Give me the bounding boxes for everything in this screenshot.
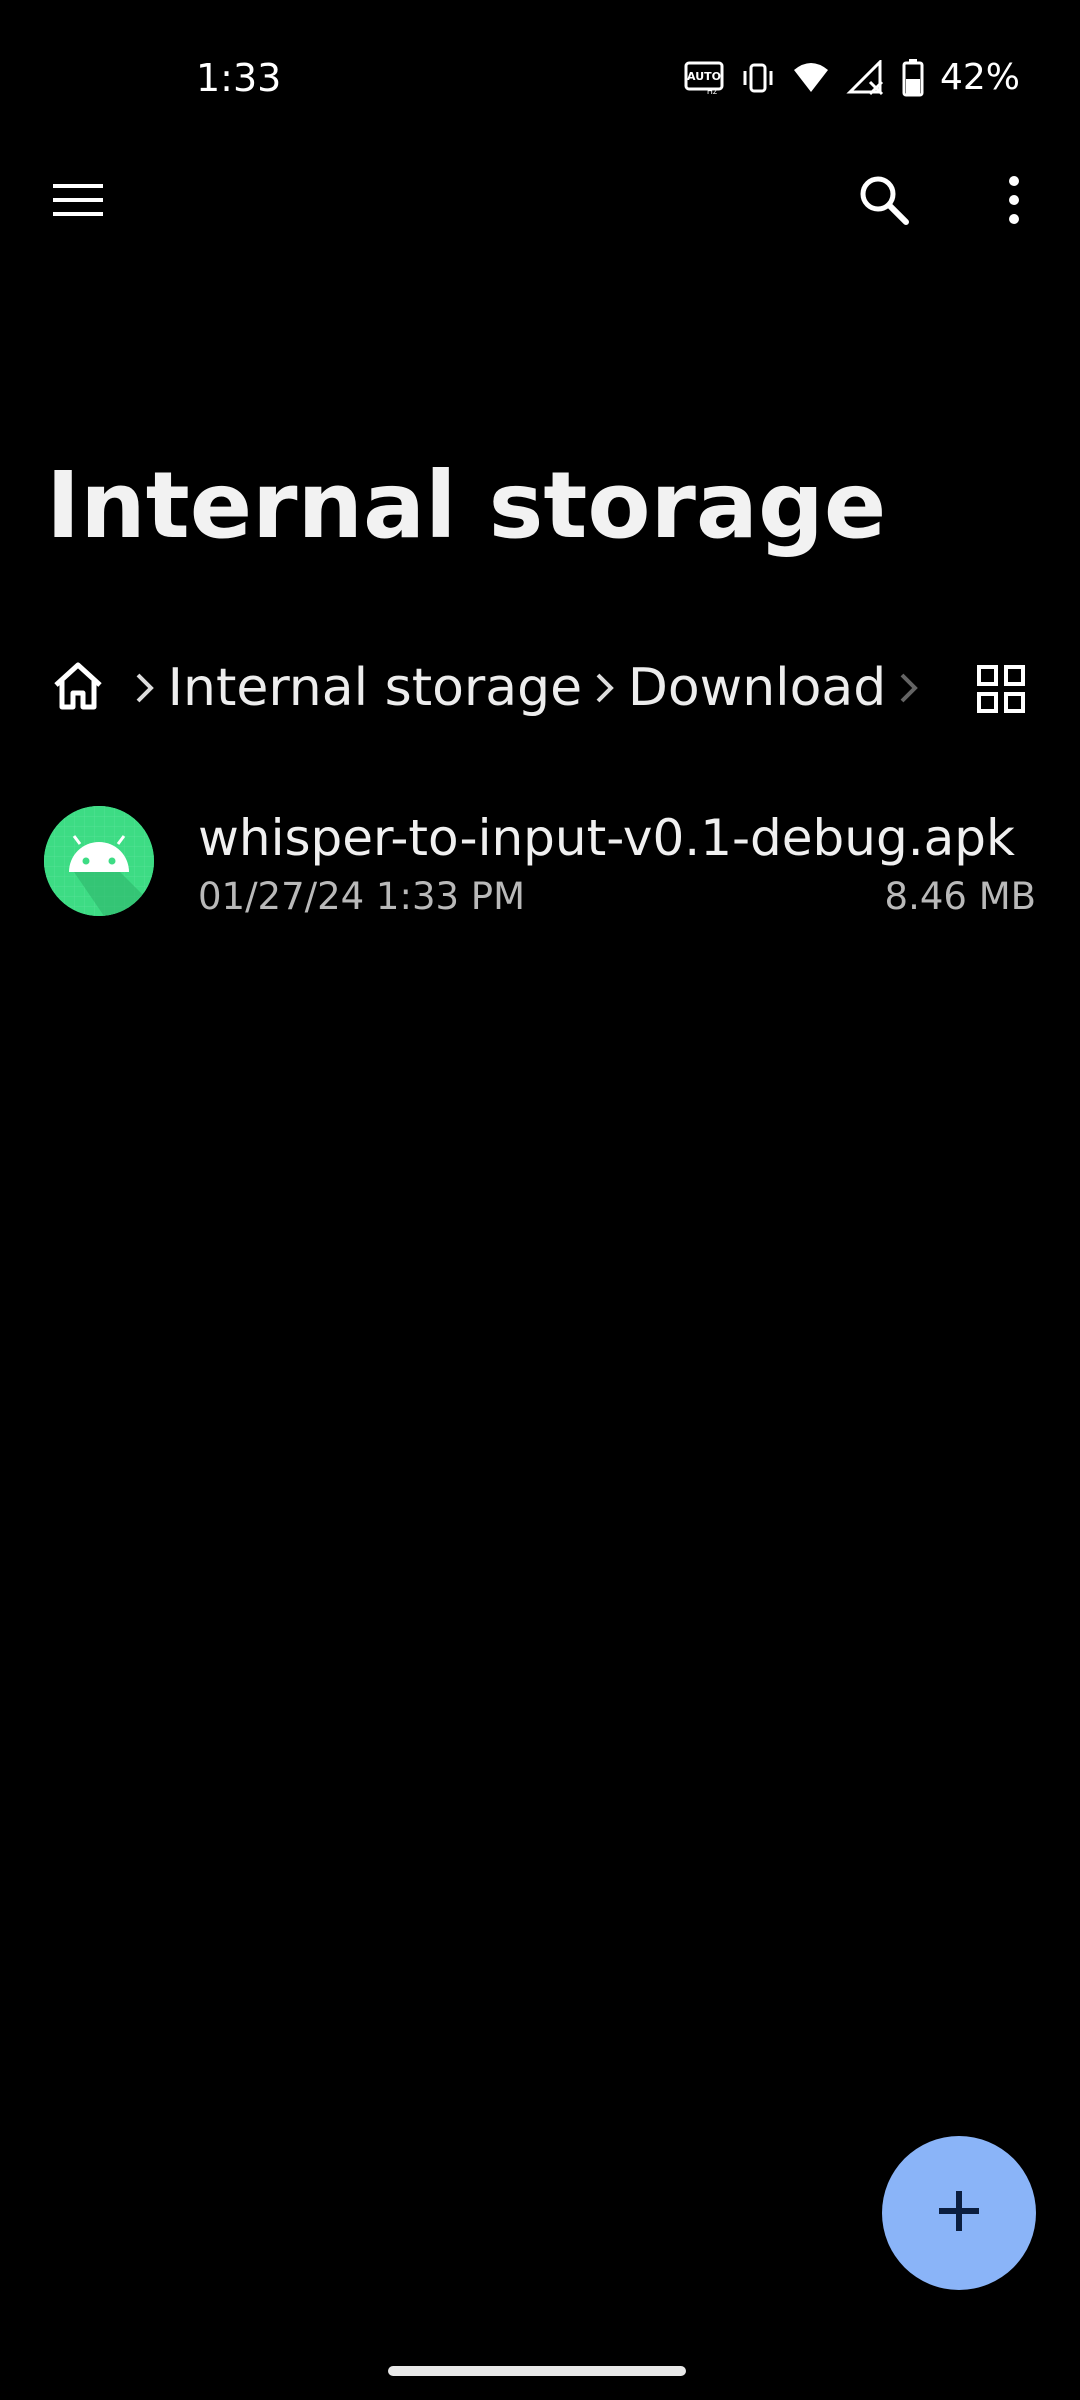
grid-view-icon <box>976 664 1026 718</box>
breadcrumb-item-internal-storage[interactable]: Internal storage <box>168 648 582 728</box>
search-button[interactable] <box>846 164 922 240</box>
add-fab-button[interactable] <box>882 2136 1036 2290</box>
chevron-right-icon <box>592 658 618 718</box>
no-signal-icon <box>846 60 886 96</box>
battery-icon <box>902 59 924 97</box>
status-time: 1:33 <box>196 56 282 100</box>
page-title: Internal storage <box>46 452 887 559</box>
svg-text:Hz: Hz <box>707 87 717 95</box>
menu-icon <box>51 180 105 224</box>
vibrate-icon <box>740 60 776 96</box>
svg-text:AUTO: AUTO <box>687 70 721 83</box>
menu-button[interactable] <box>44 168 112 236</box>
gesture-nav-bar[interactable] <box>388 2366 686 2376</box>
battery-percent: 42% <box>939 57 1020 98</box>
file-size: 8.46 MB <box>884 875 1036 918</box>
wifi-icon <box>792 60 830 96</box>
status-icons: AUTO Hz 42% <box>684 52 1020 104</box>
breadcrumb-home[interactable] <box>52 658 104 718</box>
plus-icon <box>937 2189 981 2237</box>
home-icon <box>52 661 104 715</box>
search-icon <box>856 172 912 232</box>
breadcrumb-item-download[interactable]: Download <box>628 648 886 728</box>
file-date: 01/27/24 1:33 PM <box>198 875 526 918</box>
grid-view-toggle-button[interactable] <box>966 656 1036 726</box>
android-apk-icon <box>44 806 154 916</box>
file-list-item[interactable]: whisper-to-input-v0.1-debug.apk 01/27/24… <box>0 790 1080 930</box>
more-options-button[interactable] <box>980 164 1048 240</box>
chevron-right-icon <box>132 658 158 718</box>
more-vert-icon <box>1006 175 1022 229</box>
breadcrumb: Internal storage Download <box>52 648 932 728</box>
auto-hz-icon: AUTO Hz <box>684 61 724 95</box>
chevron-right-icon <box>896 658 922 718</box>
file-name: whisper-to-input-v0.1-debug.apk <box>198 809 1015 867</box>
